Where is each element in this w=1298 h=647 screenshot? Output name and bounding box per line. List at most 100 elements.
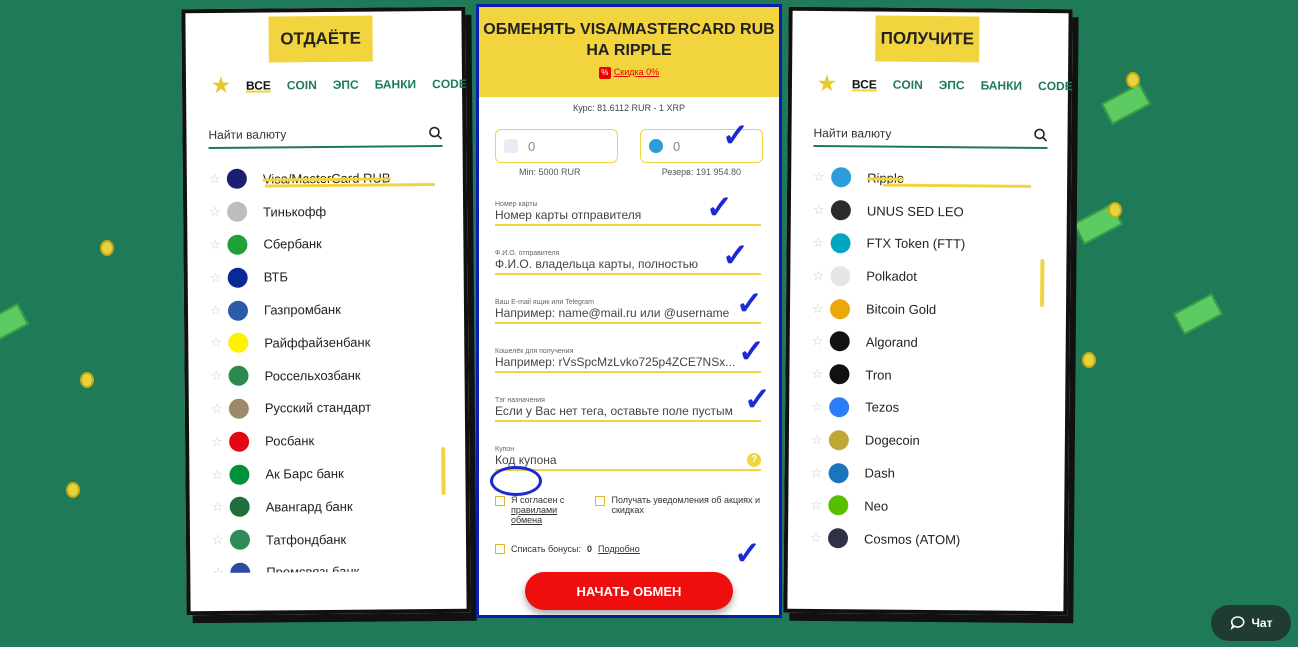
currency-list-item[interactable]: ☆ Ак Барс банк <box>211 456 445 491</box>
agree-rules-checkbox[interactable]: Я согласен с правилами обмена <box>495 495 575 525</box>
currency-list-item[interactable]: ☆ Visa/MasterCard RUB <box>209 161 443 196</box>
filter-banks-tab[interactable]: БАНКИ <box>981 78 1023 92</box>
favorite-star-icon[interactable]: ☆ <box>209 171 225 187</box>
currency-list-item[interactable]: ☆ Bitcoin Gold <box>812 292 1046 327</box>
currency-list-item[interactable]: ☆ Авангард банк <box>212 489 446 524</box>
favorite-star-icon[interactable]: ☆ <box>811 465 827 481</box>
form-field[interactable]: Ваш E-mail ящик или Telegram Например: na… <box>495 299 761 324</box>
bonus-details-link[interactable]: Подробно <box>598 544 640 554</box>
favorite-star-icon[interactable]: ☆ <box>813 235 829 251</box>
currency-label: Dogecoin <box>864 432 920 449</box>
checkbox-box[interactable] <box>495 496 505 506</box>
currency-list-item[interactable]: ☆ Русский стандарт <box>211 391 445 426</box>
currency-list-item[interactable]: ☆ Россельхозбанк <box>210 358 444 393</box>
filter-eps-tab[interactable]: ЭПС <box>939 78 965 92</box>
search-icon[interactable] <box>1033 128 1048 142</box>
currency-list-item[interactable]: ☆ Polkadot <box>812 259 1046 294</box>
start-exchange-button[interactable]: НАЧАТЬ ОБМЕН <box>525 572 733 610</box>
give-list-scrollbar[interactable] <box>441 446 446 495</box>
filter-banks-tab[interactable]: БАНКИ <box>375 77 417 91</box>
favorite-star-icon[interactable]: ☆ <box>210 270 226 286</box>
help-icon[interactable]: ? <box>747 453 761 467</box>
form-field[interactable]: Тэг назначения Если у Вас нет тега, остав… <box>495 397 761 422</box>
form-field[interactable]: Кошелёк для получения Например: rVsSpcMzL… <box>495 348 761 373</box>
field-input[interactable]: Если у Вас нет тега, оставьте поле пусты… <box>495 404 761 418</box>
currency-list-item[interactable]: ☆ Райффайзенбанк <box>210 325 444 360</box>
currency-list-item[interactable]: ☆ Промсвязьбанк <box>212 555 446 574</box>
currency-list-item[interactable]: ☆ Tron <box>811 358 1045 393</box>
currency-label: Авангард банк <box>265 498 353 515</box>
favorite-star-icon[interactable]: ☆ <box>810 530 826 546</box>
currency-list-item[interactable]: ☆ Dash <box>810 456 1044 491</box>
favorite-star-icon[interactable]: ☆ <box>212 565 228 573</box>
currency-list-item[interactable]: ☆ Сбербанк <box>209 227 443 262</box>
field-input[interactable]: Например: rVsSpcMzLvko725p4ZCE7NSx... <box>495 355 761 369</box>
favorite-star-icon[interactable]: ☆ <box>812 268 828 284</box>
favorite-star-icon[interactable]: ☆ <box>211 401 227 417</box>
favorite-star-icon[interactable]: ☆ <box>212 532 228 548</box>
coin-decoration <box>100 240 114 256</box>
rules-link[interactable]: правилами обмена <box>511 505 557 525</box>
favorite-star-icon[interactable]: ☆ <box>210 335 226 351</box>
get-currency-search <box>813 120 1048 150</box>
filter-code-tab[interactable]: CODE <box>432 76 467 90</box>
checkbox-box[interactable] <box>595 496 606 506</box>
chat-button[interactable]: Чат <box>1211 605 1291 641</box>
currency-list-item[interactable]: ☆ Газпромбанк <box>210 292 444 327</box>
currency-list-item[interactable]: ☆ Росбанк <box>211 423 445 458</box>
filter-coin-tab[interactable]: COIN <box>287 78 317 92</box>
currency-list-item[interactable]: ☆ FTX Token (FTT) <box>812 227 1046 262</box>
filter-code-tab[interactable]: CODE <box>1038 78 1073 92</box>
notify-checkbox[interactable]: Получать уведомления об акциях и скидках <box>595 495 763 525</box>
favorite-star-icon[interactable]: ☆ <box>810 497 826 513</box>
get-list-scrollbar[interactable] <box>1040 258 1045 308</box>
favorite-star-icon[interactable]: ☆ <box>211 434 227 450</box>
favorite-star-icon[interactable]: ☆ <box>813 169 829 185</box>
checkbox-box[interactable] <box>495 544 505 554</box>
currency-list-item[interactable]: ☆ Neo <box>810 489 1044 524</box>
favorite-star-icon[interactable]: ☆ <box>812 301 828 317</box>
favorite-star-icon[interactable]: ☆ <box>210 302 226 318</box>
search-icon[interactable] <box>428 126 443 140</box>
currency-list-item[interactable]: ☆ Татфондбанк <box>212 522 446 557</box>
get-search-input[interactable] <box>813 125 1014 142</box>
currency-label: Россельхозбанк <box>264 367 361 384</box>
filter-all-tab[interactable]: ВСЕ <box>852 77 877 91</box>
bonus-checkbox[interactable]: Списать бонусы: 0 Подробно <box>495 543 763 554</box>
favorite-star-icon[interactable]: ☆ <box>811 432 827 448</box>
favorite-star-icon[interactable]: ☆ <box>209 204 225 220</box>
currency-label: Газпромбанк <box>263 301 341 318</box>
currency-list-item[interactable]: ☆ Ripple <box>813 161 1047 196</box>
favorite-star-icon[interactable]: ☆ <box>211 466 227 482</box>
favorite-star-icon[interactable]: ☆ <box>813 202 829 218</box>
currency-list-item[interactable]: ☆ Cosmos (ATOM) <box>810 522 1044 557</box>
currency-list-item[interactable]: ☆ Algorand <box>812 325 1046 360</box>
favorites-star-icon[interactable]: ★ <box>212 73 230 98</box>
field-input[interactable]: Например: name@mail.ru или @username <box>495 306 761 320</box>
filter-eps-tab[interactable]: ЭПС <box>333 77 359 91</box>
give-search-input[interactable] <box>208 126 409 143</box>
favorite-star-icon[interactable]: ☆ <box>811 399 827 415</box>
coupon-field[interactable]: Купон Код купона ? <box>495 446 761 471</box>
filter-coin-tab[interactable]: COIN <box>893 77 923 91</box>
tinkoff-icon <box>227 201 248 223</box>
favorite-star-icon[interactable]: ☆ <box>209 237 225 253</box>
currency-label: Tron <box>865 367 892 383</box>
currency-list-item[interactable]: ☆ UNUS SED LEO <box>813 194 1047 229</box>
discount-label[interactable]: Скидка 0% <box>614 67 659 77</box>
favorite-star-icon[interactable]: ☆ <box>811 366 827 382</box>
favorite-star-icon[interactable]: ☆ <box>812 333 828 349</box>
favorites-star-icon[interactable]: ★ <box>818 71 836 96</box>
coupon-input[interactable]: Код купона <box>495 453 557 467</box>
coin-decoration <box>80 372 94 388</box>
filter-all-tab[interactable]: ВСЕ <box>246 78 271 92</box>
currency-list-item[interactable]: ☆ Тинькофф <box>209 194 443 229</box>
currency-list-item[interactable]: ☆ Tezos <box>811 391 1045 426</box>
currency-list-item[interactable]: ☆ Dogecoin <box>811 423 1045 458</box>
discount-link[interactable]: % Скидка 0% <box>479 67 779 79</box>
give-amount-input[interactable]: 0 <box>495 129 618 163</box>
favorite-star-icon[interactable]: ☆ <box>212 499 228 515</box>
favorite-star-icon[interactable]: ☆ <box>210 368 226 384</box>
form-fields: Номер карты Номер карты отправителя Ф.И.О.… <box>479 201 779 422</box>
currency-list-item[interactable]: ☆ ВТБ <box>210 259 444 294</box>
